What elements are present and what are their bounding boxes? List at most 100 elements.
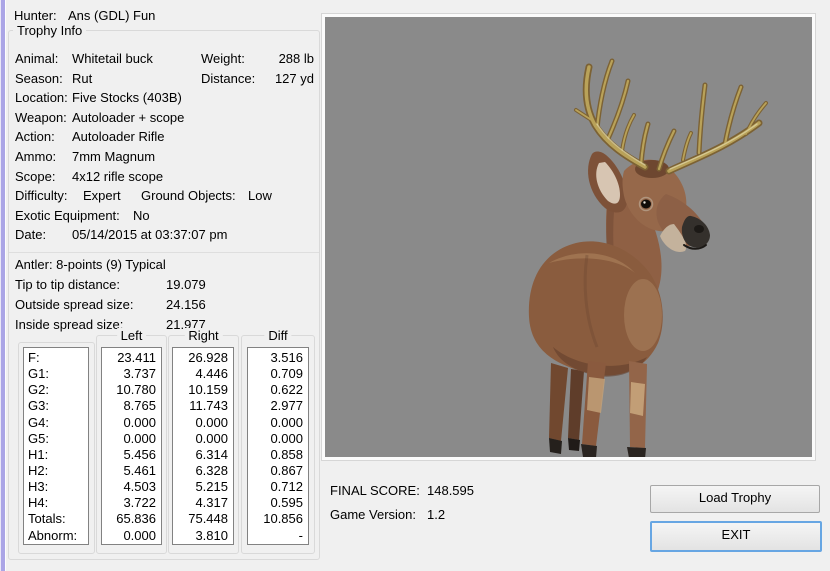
field-row-weapon: Weapon: Autoloader + scope <box>9 109 319 126</box>
score-row-label: G1: <box>28 366 49 382</box>
window-accent-border <box>0 0 6 571</box>
score-diff-value: 0.595 <box>270 495 303 511</box>
game-version-value: 1.2 <box>427 507 446 522</box>
final-score-value: 148.595 <box>427 483 474 498</box>
field-value: 05/14/2015 at 03:37:07 pm <box>72 227 228 242</box>
measure-value: 24.156 <box>166 297 206 312</box>
trophy-info-groupbox: Trophy Info Animal: Whitetail buck Weigh… <box>8 23 320 560</box>
score-diff-value: 0.000 <box>270 430 303 446</box>
score-right-value: 0.000 <box>195 430 228 446</box>
field-row-animal: Animal: Whitetail buck Weight: 288 lb <box>9 50 319 67</box>
score-right-value: 5.215 <box>195 479 228 495</box>
field-value: Five Stocks (403B) <box>72 90 182 105</box>
score-right-value: 6.328 <box>195 462 228 478</box>
field-label: Exotic Equipment: <box>15 208 120 223</box>
score-row-label: H3: <box>28 479 49 495</box>
score-diff-value: - <box>298 527 303 543</box>
score-left-value: 0.000 <box>123 430 156 446</box>
field-label: Location: <box>15 90 68 105</box>
antler-summary-row: Antler: 8-points (9) Typical <box>9 256 319 273</box>
field-value: Autoloader + scope <box>72 110 185 125</box>
deer-eye <box>641 199 651 209</box>
field-label: Scope: <box>15 169 56 184</box>
score-diff-value: 0.867 <box>270 462 303 478</box>
antler-summary: Antler: 8-points (9) Typical <box>15 257 166 272</box>
score-right-value: 75.448 <box>188 511 228 527</box>
final-score-label: FINAL SCORE: <box>330 483 420 498</box>
score-row-label: Abnorm: <box>28 527 78 543</box>
score-diff-value: 0.712 <box>270 479 303 495</box>
game-version-label: Game Version: <box>330 507 416 522</box>
score-row-label: H2: <box>28 462 49 478</box>
field-row-action: Action: Autoloader Rifle <box>9 128 319 145</box>
final-score-row: FINAL SCORE: <box>330 483 420 498</box>
score-left-value: 0.000 <box>123 414 156 430</box>
field-value: Expert <box>83 188 121 203</box>
score-diff-value: 10.856 <box>263 511 303 527</box>
field-label: Weapon: <box>15 110 67 125</box>
field-value: 4x12 rifle scope <box>72 169 164 184</box>
trophy-dialog: { "colors": { "dialog_bg": "#f0f0f0", "a… <box>0 0 830 571</box>
field-label: Difficulty: <box>15 188 68 203</box>
score-left-value: 5.456 <box>123 446 156 462</box>
field-value: Low <box>248 188 272 203</box>
score-row-label: G3: <box>28 398 49 414</box>
score-left-listbox[interactable]: 23.411 3.737 10.780 8.765 0.000 0.000 5.… <box>101 347 162 545</box>
antler-measure-row: Tip to tip distance: 19.079 <box>9 276 319 293</box>
score-right-listbox[interactable]: 26.928 4.446 10.159 11.743 0.000 0.000 6… <box>172 347 234 545</box>
field-value: Rut <box>72 71 93 86</box>
score-right-value: 4.446 <box>195 366 228 382</box>
score-left-value: 0.000 <box>123 527 156 543</box>
field-row-ammo: Ammo: 7mm Magnum <box>9 148 319 165</box>
field-label: Ground Objects: <box>141 188 236 203</box>
score-diff-value: 0.858 <box>270 446 303 462</box>
field-label: Animal: <box>15 51 59 66</box>
hunter-label: Hunter: <box>14 8 57 23</box>
load-trophy-button[interactable]: Load Trophy <box>650 485 820 513</box>
measure-value: 19.079 <box>166 277 206 292</box>
field-label: Ammo: <box>15 149 57 164</box>
score-diff-value: 0.000 <box>270 414 303 430</box>
score-column-header-diff: Diff <box>264 328 292 343</box>
viewport-background <box>325 17 812 457</box>
measure-label: Inside spread size: <box>15 317 124 332</box>
score-row-label: H4: <box>28 495 49 511</box>
score-right-value: 4.317 <box>195 495 228 511</box>
score-left-value: 10.780 <box>116 382 156 398</box>
field-value: No <box>133 208 150 223</box>
field-label: Weight: <box>201 51 245 66</box>
field-label: Date: <box>15 227 47 242</box>
score-right-value: 10.159 <box>188 382 228 398</box>
score-diff-value: 0.622 <box>270 382 303 398</box>
field-value: 288 lb <box>278 51 314 66</box>
score-left-value: 3.722 <box>123 495 156 511</box>
field-row-scope: Scope: 4x12 rifle scope <box>9 168 319 185</box>
field-row-location: Location: Five Stocks (403B) <box>9 89 319 106</box>
score-left-value: 8.765 <box>123 398 156 414</box>
score-left-value: 23.411 <box>117 350 156 365</box>
trophy-info-title: Trophy Info <box>13 23 87 38</box>
antler-measure-row: Outside spread size: 24.156 <box>9 296 319 313</box>
score-row-label: Totals: <box>28 511 66 527</box>
game-version-row: Game Version: <box>330 507 416 522</box>
score-left-value: 5.461 <box>123 462 156 478</box>
score-left-value: 65.836 <box>116 511 156 527</box>
field-value: 7mm Magnum <box>72 149 156 164</box>
score-row-label: G4: <box>28 414 49 430</box>
score-diff-listbox[interactable]: 3.516 0.709 0.622 2.977 0.000 0.000 0.85… <box>247 347 309 545</box>
score-diff-value: 0.709 <box>270 366 303 382</box>
field-value: Autoloader Rifle <box>72 129 165 144</box>
score-row-label: H1: <box>28 446 49 462</box>
field-row-date: Date: 05/14/2015 at 03:37:07 pm <box>9 226 319 243</box>
score-column-header-left: Left <box>116 328 147 343</box>
score-labels-listbox[interactable]: F: G1: G2: G3: G4: G5: H1: H2: H3: H4: T… <box>23 347 89 545</box>
exit-button[interactable]: EXIT <box>650 521 822 552</box>
score-right-value: 0.000 <box>195 414 228 430</box>
score-column-header-right: Right <box>184 328 223 343</box>
field-value: Whitetail buck <box>72 51 153 66</box>
score-left-value: 4.503 <box>123 479 156 495</box>
score-left-value: 3.737 <box>123 366 156 382</box>
measure-label: Tip to tip distance: <box>15 277 121 292</box>
trophy-render <box>325 17 812 459</box>
score-diff-value: 2.977 <box>270 398 303 414</box>
